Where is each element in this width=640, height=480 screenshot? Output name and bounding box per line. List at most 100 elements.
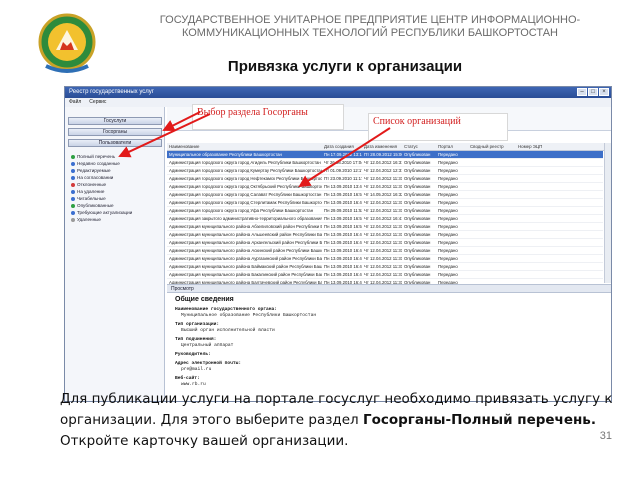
table-cell: Администрация муниципального района Байм… xyxy=(169,264,322,269)
table-cell: Опубликован xyxy=(404,168,431,173)
table-cell xyxy=(468,231,516,238)
table-cell: Муниципальное образование Республики Баш… xyxy=(169,152,282,157)
red-dot-icon xyxy=(71,182,75,187)
table-cell: Чт 12.04.2012 11:31 xyxy=(364,208,402,213)
vertical-scrollbar[interactable] xyxy=(604,143,611,283)
tree-item-for-deletion[interactable]: На удаление xyxy=(71,188,163,195)
table-cell: Администрация городского округа город Не… xyxy=(169,176,322,181)
table-cell: Пн 29.09.2010 11:52 xyxy=(324,208,362,213)
column-header-signature[interactable]: Номер ЭЦП xyxy=(516,143,556,150)
maximize-button[interactable]: □ xyxy=(588,88,598,96)
table-cell: Администрация муниципального района Аург… xyxy=(169,256,322,261)
table-row[interactable]: Администрация городского округа город Ст… xyxy=(167,199,603,207)
table-row[interactable]: Администрация городского округа город Не… xyxy=(167,175,603,183)
instruction-caption: Для публикации услуги на портале госуслу… xyxy=(60,391,613,449)
column-header-created[interactable]: Дата создания xyxy=(322,143,362,150)
table-cell: Передано xyxy=(438,232,458,237)
table-cell xyxy=(468,151,516,158)
green-dot-icon xyxy=(71,203,75,208)
table-cell: Пн 13.09.2010 16:52 xyxy=(324,216,362,221)
sidebar-button-authorities[interactable]: Госорганы xyxy=(68,128,162,136)
table-cell xyxy=(516,175,556,182)
table-cell: Чт 12.04.2012 11:31 xyxy=(364,256,402,261)
table-row[interactable]: Администрация муниципального района Абзе… xyxy=(167,223,603,231)
column-header-portal[interactable]: Портал xyxy=(436,143,468,150)
table-cell xyxy=(516,151,556,158)
blue-dot-icon xyxy=(71,196,75,201)
table-cell: Опубликован xyxy=(404,176,431,181)
table-cell xyxy=(516,207,556,214)
tree-item-recent[interactable]: Недавно созданные xyxy=(71,160,163,167)
table-cell: Опубликован xyxy=(404,160,431,165)
table-cell xyxy=(516,183,556,190)
tree-item-full-list[interactable]: Полный перечень xyxy=(71,153,163,160)
field-value-subordination: Центральный аппарат xyxy=(181,343,234,348)
tree-item-deleted[interactable]: Удаленные xyxy=(71,216,163,223)
menu-file[interactable]: Файл xyxy=(69,98,81,107)
close-button[interactable]: × xyxy=(599,88,609,96)
field-value-org-type: Высший орган исполнительной власти xyxy=(181,328,275,333)
column-header-status[interactable]: Статус xyxy=(402,143,436,150)
tree-item-approval[interactable]: На согласовании xyxy=(71,174,163,181)
tree-item-published[interactable]: Опубликованные xyxy=(71,202,163,209)
menu-service[interactable]: Сервис xyxy=(89,98,106,107)
table-cell: Чт 26.08.2010 17:04 xyxy=(324,160,362,165)
table-body: Муниципальное образование Республики Баш… xyxy=(167,151,603,303)
table-row[interactable]: Администрация городского округа город Аг… xyxy=(167,159,603,167)
details-panel: Общие сведения Наименование государствен… xyxy=(167,293,611,401)
table-cell: Чт 12.04.2012 11:31 xyxy=(364,272,402,277)
green-dot-icon xyxy=(71,154,75,159)
tab-preview[interactable]: Просмотр xyxy=(167,284,611,293)
field-value-email: pre@mail.ru xyxy=(181,367,212,372)
table-cell: Пн 13.09.2010 16:55 xyxy=(324,224,362,229)
table-cell xyxy=(516,215,556,222)
blue-dot-icon xyxy=(71,168,75,173)
table-cell: Администрация закрытого административно-… xyxy=(169,216,322,221)
table-cell xyxy=(468,215,516,222)
sidebar: Госуслуги Госорганы Пользователи Полный … xyxy=(65,107,165,401)
tree-item-editing[interactable]: Редактируемые xyxy=(71,167,163,174)
tree-item-rejected[interactable]: Отклоненные xyxy=(71,181,163,188)
table-row[interactable]: Администрация муниципального района Байм… xyxy=(167,263,603,271)
window-titlebar: Реестр государственных услуг – □ × xyxy=(65,87,611,98)
tree-item-needs-update[interactable]: Требующие актуализации xyxy=(71,209,163,216)
table-cell: Передано xyxy=(438,256,458,261)
tree-item-readable[interactable]: Читабельные xyxy=(71,195,163,202)
table-cell xyxy=(468,223,516,230)
table-row[interactable]: Администрация городского округа город Са… xyxy=(167,191,603,199)
table-row[interactable]: Администрация муниципального района Бака… xyxy=(167,271,603,279)
table-row[interactable]: Администрация муниципального района Арха… xyxy=(167,239,603,247)
table-cell: Чт 12.04.2012 11:31 xyxy=(364,264,402,269)
column-header-registry[interactable]: Сводный реестр xyxy=(468,143,516,150)
table-cell: Пн 13.09.2010 16:40 xyxy=(324,232,362,237)
table-row[interactable]: Администрация городского округа город Уф… xyxy=(167,207,603,215)
sidebar-button-users[interactable]: Пользователи xyxy=(68,139,162,147)
minimize-button[interactable]: – xyxy=(577,88,587,96)
table-cell: Передано xyxy=(438,248,458,253)
table-row[interactable]: Муниципальное образование Республики Баш… xyxy=(167,151,603,159)
table-row[interactable]: Администрация городского округа город Ок… xyxy=(167,183,603,191)
blue-dot-icon xyxy=(71,189,75,194)
table-cell: Передано xyxy=(438,192,458,197)
table-cell: Чт 12.04.2012 11:31 xyxy=(364,248,402,253)
slide-title: Привязка услуги к организации xyxy=(227,58,463,75)
table-cell: Опубликован xyxy=(404,248,431,253)
table-row[interactable]: Администрация закрытого административно-… xyxy=(167,215,603,223)
table-cell xyxy=(468,247,516,254)
table-row[interactable]: Администрация городского округа город Ку… xyxy=(167,167,603,175)
table-row[interactable]: Администрация муниципального района Аски… xyxy=(167,247,603,255)
table-row[interactable]: Администрация муниципального района Аург… xyxy=(167,255,603,263)
table-cell: Пн 13.09.2010 16:40 xyxy=(324,272,362,277)
column-header-name[interactable]: Наименование xyxy=(167,143,322,150)
republic-emblem-icon xyxy=(38,13,96,73)
table-cell: Опубликован xyxy=(404,184,431,189)
callout-organization-list: Список организаций xyxy=(368,113,508,141)
table-cell xyxy=(468,271,516,278)
column-header-changed[interactable]: Дата изменения xyxy=(362,143,402,150)
window-title: Реестр государственных услуг xyxy=(69,89,154,95)
table-row[interactable]: Администрация муниципального района Альш… xyxy=(167,231,603,239)
table-cell: Передано xyxy=(438,240,458,245)
sidebar-button-services[interactable]: Госуслуги xyxy=(68,117,162,125)
table-cell: Пт 23.09.2010 11:17 xyxy=(324,176,362,181)
table-cell: Администрация городского округа город Аг… xyxy=(169,160,321,165)
